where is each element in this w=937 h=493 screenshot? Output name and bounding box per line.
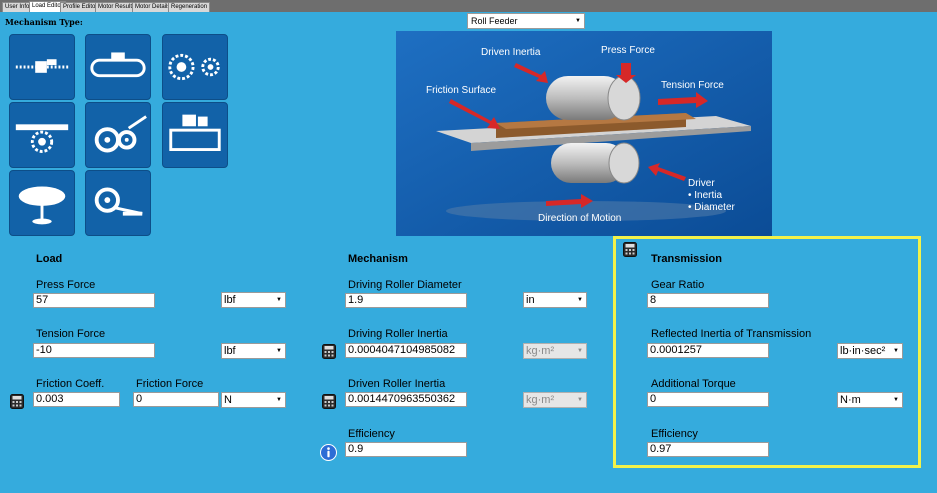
friction-coeff-label: Friction Coeff. — [36, 378, 105, 390]
tension-force-label: Tension Force — [36, 328, 106, 340]
gear-ratio-label: Gear Ratio — [651, 279, 705, 291]
additional-torque-input[interactable]: 0 — [647, 392, 769, 407]
leadscrew-icon — [15, 59, 69, 73]
mechanism-custom-button[interactable] — [162, 102, 228, 168]
chevron-down-icon: ▼ — [893, 397, 899, 403]
tab-user-info[interactable]: User Info — [2, 2, 33, 12]
driven-roller-inertia-input[interactable]: 0.0014470963550362 — [345, 392, 467, 407]
tension-force-unit-select[interactable]: lbf ▼ — [221, 343, 286, 359]
friction-force-input[interactable]: 0 — [133, 392, 219, 407]
additional-torque-unit-value: N·m — [840, 394, 861, 406]
press-force-unit-select[interactable]: lbf ▼ — [221, 292, 286, 308]
mechanism-type-label: Mechanism Type: — [5, 17, 83, 27]
chevron-down-icon: ▼ — [577, 297, 583, 303]
roll-feeder-diagram: Driven Inertia Press Force Friction Surf… — [396, 31, 772, 236]
driving-roller-diameter-unit-value: in — [526, 294, 535, 306]
label-driver: Driver — [688, 178, 715, 189]
driving-roller-diameter-input[interactable]: 1.9 — [345, 293, 467, 308]
custom-mechanism-icon — [169, 114, 221, 151]
driving-roller-diameter-unit-select[interactable]: in ▼ — [523, 292, 587, 308]
conveyor-icon — [90, 52, 146, 78]
label-driven-inertia: Driven Inertia — [481, 47, 541, 58]
friction-force-label: Friction Force — [136, 378, 204, 390]
chevron-down-icon: ▼ — [276, 348, 282, 354]
label-press-force: Press Force — [601, 45, 655, 56]
mechanism-section-title: Mechanism — [348, 253, 408, 265]
driving-roller-inertia-unit-value: kg·m² — [526, 345, 555, 357]
chevron-down-icon: ▼ — [577, 348, 583, 354]
calculator-icon[interactable] — [322, 344, 336, 359]
friction-force-unit-value: N — [224, 394, 232, 406]
tension-force-input[interactable]: -10 — [33, 343, 155, 358]
label-inertia: • Inertia — [688, 190, 723, 201]
driving-roller-inertia-label: Driving Roller Inertia — [348, 328, 448, 340]
transmission-section-title: Transmission — [651, 253, 722, 265]
press-force-label: Press Force — [36, 279, 96, 291]
reflected-inertia-unit-select[interactable]: lb·in·sec² ▼ — [837, 343, 903, 359]
driven-roller-inertia-label: Driven Roller Inertia — [348, 378, 446, 390]
chevron-down-icon: ▼ — [575, 18, 581, 24]
mechanism-efficiency-label: Efficiency — [348, 428, 395, 440]
driving-roller-inertia-unit-select: kg·m² ▼ — [523, 343, 587, 359]
mechanism-rack-pinion-button[interactable] — [9, 102, 75, 168]
mechanism-nip-roll-button[interactable] — [85, 170, 151, 236]
additional-torque-unit-select[interactable]: N·m ▼ — [837, 392, 903, 408]
mechanism-belt-conveyor-button[interactable] — [85, 34, 151, 100]
reflected-inertia-unit-value: lb·in·sec² — [840, 345, 886, 357]
info-icon[interactable] — [320, 444, 337, 461]
chevron-down-icon: ▼ — [276, 297, 282, 303]
label-direction-of-motion: Direction of Motion — [538, 213, 621, 224]
sprocket-icon — [168, 53, 220, 81]
label-tension-force: Tension Force — [661, 80, 724, 91]
chevron-down-icon: ▼ — [893, 348, 899, 354]
mechanism-rotary-table-button[interactable] — [9, 170, 75, 236]
mechanism-roll-feeder-button[interactable] — [85, 102, 151, 168]
calculator-icon[interactable] — [322, 394, 336, 409]
mechanism-efficiency-input[interactable]: 0.9 — [345, 442, 467, 457]
tab-regeneration[interactable]: Regeneration — [168, 2, 211, 12]
reflected-inertia-label: Reflected Inertia of Transmission — [651, 328, 812, 340]
friction-force-unit-select[interactable]: N ▼ — [221, 392, 286, 408]
load-section-title: Load — [36, 253, 63, 265]
tab-bar: User Info Load Editor Profile Editor Mot… — [0, 0, 937, 12]
calculator-icon[interactable] — [623, 242, 637, 257]
driving-roller-diameter-label: Driving Roller Diameter — [348, 279, 462, 291]
transmission-efficiency-input[interactable]: 0.97 — [647, 442, 769, 457]
driving-roller-inertia-input[interactable]: 0.0004047104985082 — [345, 343, 467, 358]
driven-roller-inertia-unit-value: kg·m² — [526, 394, 555, 406]
press-force-unit-value: lbf — [224, 294, 236, 306]
chevron-down-icon: ▼ — [577, 397, 583, 403]
calculator-icon[interactable] — [10, 394, 24, 409]
driven-roller-inertia-unit-select: kg·m² ▼ — [523, 392, 587, 408]
rack-pinion-icon — [15, 124, 69, 153]
mechanism-type-select[interactable]: Roll Feeder ▼ — [467, 13, 585, 29]
label-friction-surface: Friction Surface — [426, 85, 496, 96]
mechanism-type-select-value: Roll Feeder — [471, 16, 518, 26]
chevron-down-icon: ▼ — [276, 397, 282, 403]
transmission-efficiency-label: Efficiency — [651, 428, 698, 440]
label-diameter: • Diameter — [688, 202, 736, 213]
friction-coeff-input[interactable]: 0.003 — [33, 392, 120, 407]
reflected-inertia-input[interactable]: 0.0001257 — [647, 343, 769, 358]
additional-torque-label: Additional Torque — [651, 378, 736, 390]
nip-roll-icon — [94, 187, 143, 216]
roll-feeder-icon — [94, 115, 147, 153]
rotary-table-icon — [18, 186, 66, 225]
mechanism-chain-sprocket-button[interactable] — [162, 34, 228, 100]
press-force-input[interactable]: 57 — [33, 293, 155, 308]
tension-force-unit-value: lbf — [224, 345, 236, 357]
mechanism-leadscrew-button[interactable] — [9, 34, 75, 100]
gear-ratio-input[interactable]: 8 — [647, 293, 769, 308]
